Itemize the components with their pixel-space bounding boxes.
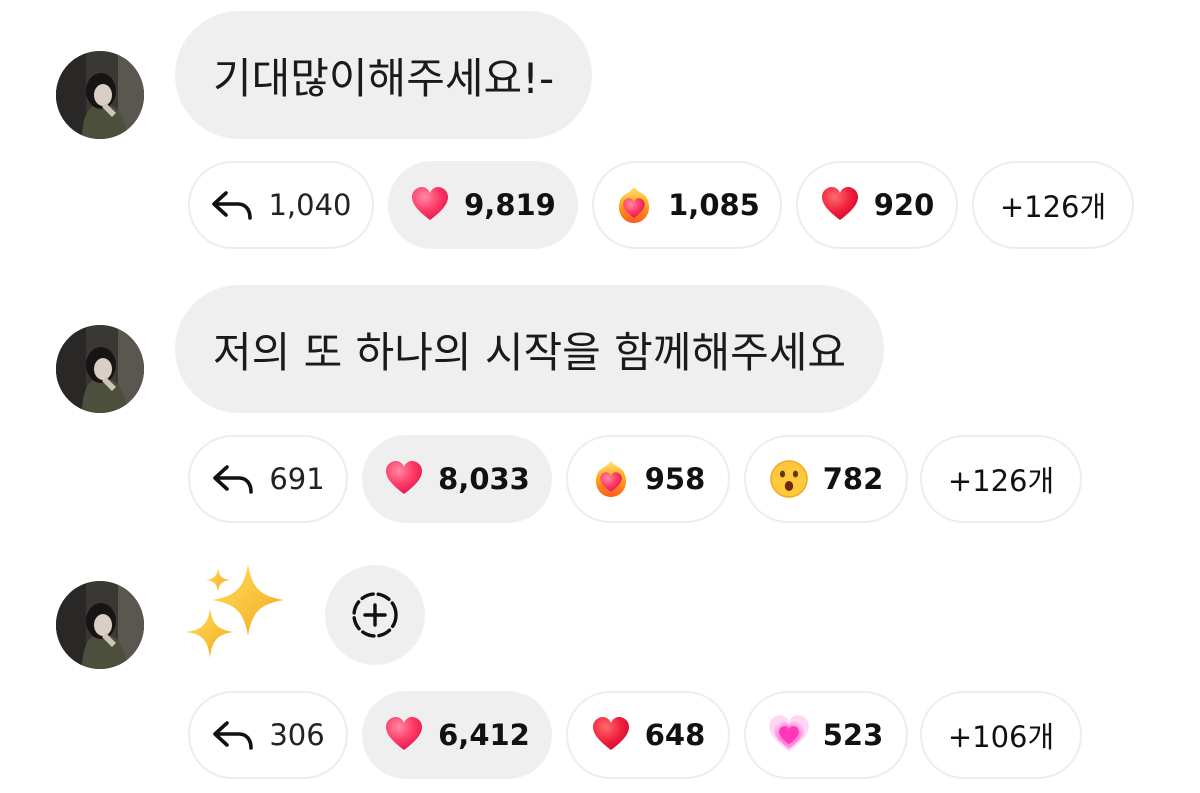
reply-count: 691	[269, 462, 325, 496]
message-text: 기대많이해주세요!-	[213, 53, 555, 103]
heart-on-fire-icon	[619, 187, 650, 223]
message-bubble[interactable]: 기대많이해주세요!-	[175, 11, 593, 139]
red-heart-icon	[591, 715, 631, 755]
reaction-row: 306 6,412 648 523 +106개	[0, 691, 1200, 779]
reply-arrow-icon	[213, 465, 254, 494]
reaction-count: 1,085	[668, 188, 760, 222]
add-reaction-button[interactable]	[325, 565, 425, 665]
reply-arrow-icon	[212, 191, 253, 220]
reaction-heart-on-fire[interactable]: 1,085	[592, 161, 782, 249]
more-reactions-button[interactable]: +126개	[920, 435, 1082, 523]
pink-heart-icon	[384, 715, 424, 755]
message-bubble[interactable]: 저의 또 하나의 시작을 함께해주세요	[175, 285, 885, 413]
avatar[interactable]	[56, 51, 144, 139]
reaction-growing-heart[interactable]: 523	[744, 691, 908, 779]
reaction-surprised[interactable]: 782	[744, 435, 908, 523]
reply-button[interactable]: 306	[188, 691, 348, 779]
more-reactions-button[interactable]: +106개	[920, 691, 1082, 779]
reaction-count: 8,033	[438, 462, 530, 496]
avatar-photo	[56, 51, 144, 139]
reply-button[interactable]: 691	[188, 435, 348, 523]
red-heart-icon	[820, 185, 860, 225]
reaction-row: 1,040 9,819 1,085 920 +126개	[0, 161, 1200, 249]
avatar-photo	[56, 325, 144, 413]
reaction-count: 920	[873, 188, 935, 222]
reaction-heart-on-fire[interactable]: 958	[566, 435, 730, 523]
reaction-heart[interactable]: 6,412	[362, 691, 552, 779]
reply-button[interactable]: 1,040	[188, 161, 374, 249]
sparkles-emoji[interactable]	[186, 562, 294, 666]
reaction-heart[interactable]: 9,819	[388, 161, 578, 249]
growing-heart-icon	[769, 715, 809, 755]
more-reactions-label: +126개	[999, 190, 1107, 224]
surprised-face-icon	[769, 460, 808, 498]
message-text: 저의 또 하나의 시작을 함께해주세요	[213, 327, 847, 377]
reaction-count: 958	[644, 462, 706, 496]
reply-count: 306	[269, 718, 325, 752]
reaction-count: 782	[822, 462, 884, 496]
more-reactions-label: +106개	[947, 720, 1055, 754]
reaction-red-heart[interactable]: 648	[566, 691, 730, 779]
avatar-photo	[56, 581, 144, 669]
add-reaction-icon	[352, 592, 398, 638]
reply-count: 1,040	[268, 188, 352, 222]
heart-on-fire-icon	[595, 461, 626, 497]
reaction-count: 648	[644, 718, 706, 752]
reaction-row: 691 8,033 958 782 +126개	[0, 435, 1200, 523]
more-reactions-button[interactable]: +126개	[972, 161, 1134, 249]
pink-heart-icon	[384, 459, 424, 499]
reaction-count: 523	[822, 718, 884, 752]
reaction-red-heart[interactable]: 920	[796, 161, 958, 249]
reaction-count: 9,819	[464, 188, 556, 222]
avatar[interactable]	[56, 325, 144, 413]
reaction-heart[interactable]: 8,033	[362, 435, 552, 523]
pink-heart-icon	[410, 185, 450, 225]
more-reactions-label: +126개	[947, 464, 1055, 498]
reply-arrow-icon	[213, 721, 254, 750]
avatar[interactable]	[56, 581, 144, 669]
reaction-count: 6,412	[438, 718, 530, 752]
